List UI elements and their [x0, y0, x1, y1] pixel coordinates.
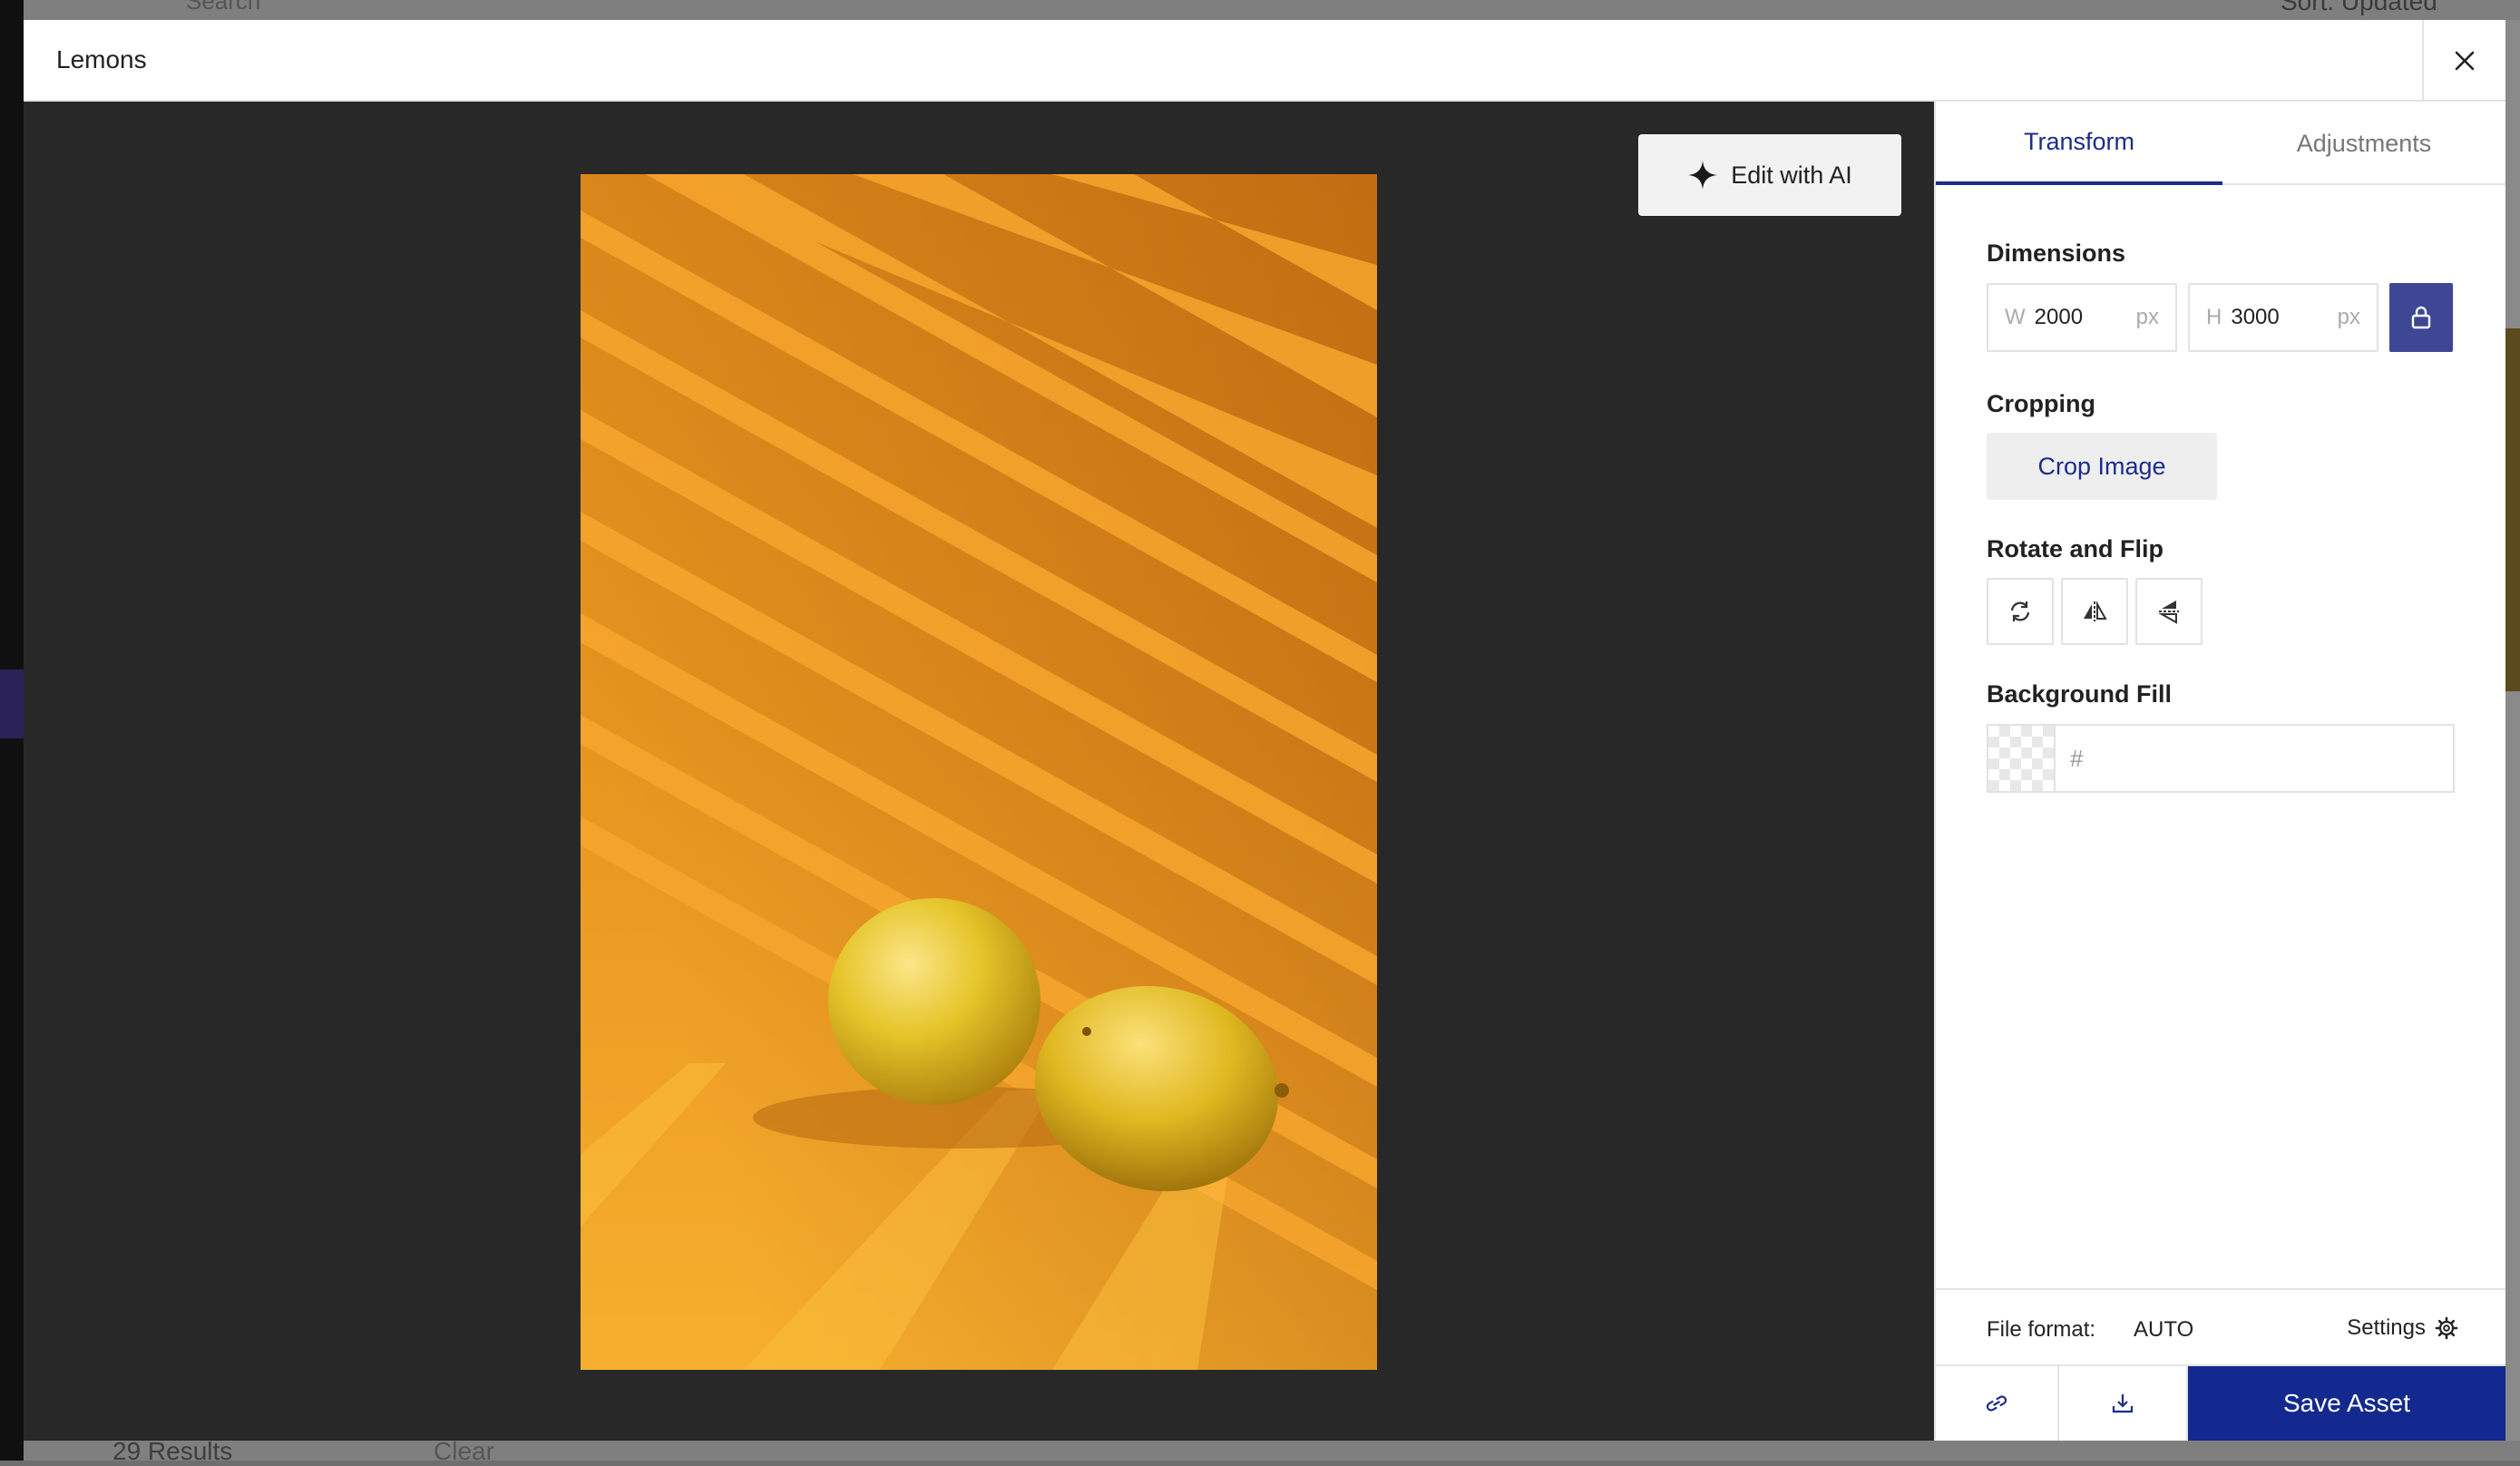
file-format-row: File format: AUTO Settings: [1936, 1288, 2505, 1364]
modal-header: Lemons: [24, 20, 2505, 102]
background-clear: Clear: [434, 1437, 494, 1465]
flip-vertical-button[interactable]: [2135, 578, 2203, 645]
height-prefix: H: [2206, 305, 2222, 329]
link-icon: [1986, 1395, 2007, 1412]
download-icon: [2112, 1394, 2134, 1413]
close-icon: [2455, 51, 2475, 71]
lock-icon: [2411, 306, 2431, 329]
file-format-label: File format:: [1987, 1317, 2096, 1342]
footer-actions: Save Asset: [1936, 1364, 2505, 1441]
panel-tabs: Transform Adjustments: [1936, 102, 2505, 185]
image-editor-modal: Lemons Edit with AI Transform Adjustment…: [24, 20, 2505, 1441]
background-toolbar: [24, 0, 2520, 20]
modal-title: Lemons: [56, 45, 147, 73]
close-button[interactable]: [2422, 20, 2505, 102]
flip-horizontal-button[interactable]: [2061, 578, 2128, 645]
background-fill-field[interactable]: [1987, 724, 2455, 793]
edit-with-ai-label: Edit with AI: [1731, 161, 1852, 189]
background-results-count: 29 Results: [112, 1437, 233, 1465]
background-right-edge: [2505, 20, 2520, 1441]
settings-button[interactable]: Settings: [2347, 1315, 2458, 1341]
aspect-lock-button[interactable]: [2389, 283, 2453, 352]
width-unit: px: [2135, 305, 2159, 329]
crop-image-button[interactable]: Crop Image: [1987, 433, 2217, 500]
dimensions-label: Dimensions: [1987, 239, 2126, 267]
width-field[interactable]: W 2000 px: [1987, 283, 2177, 352]
image-preview: [581, 174, 1377, 1370]
save-asset-button[interactable]: Save Asset: [2188, 1366, 2505, 1441]
flip-vertical-icon: [2158, 601, 2179, 624]
color-swatch[interactable]: [1988, 726, 2056, 791]
background-thumbnail: [2505, 328, 2520, 691]
gear-icon: [2435, 1316, 2458, 1340]
flip-horizontal-icon: [2084, 601, 2107, 621]
edit-panel: Transform Adjustments Dimensions W 2000 …: [1934, 102, 2505, 1441]
rotate-flip-label: Rotate and Flip: [1987, 535, 2163, 562]
tab-adjustments[interactable]: Adjustments: [2222, 102, 2505, 185]
background-sidebar-highlight: [0, 669, 24, 738]
edit-with-ai-button[interactable]: Edit with AI: [1638, 134, 1901, 216]
file-format-value: AUTO: [2134, 1317, 2194, 1342]
height-field[interactable]: H 3000 px: [2188, 283, 2378, 352]
cropping-label: Cropping: [1987, 390, 2095, 417]
copy-link-button[interactable]: [1936, 1366, 2059, 1441]
background-sort: Sort: Updated: [2281, 0, 2437, 15]
background-footer: [24, 1441, 2520, 1461]
background-fill-label: Background Fill: [1987, 680, 2173, 708]
image-preview-area: Edit with AI: [24, 102, 1934, 1441]
rotate-icon: [2010, 601, 2030, 621]
height-value: 3000: [2231, 305, 2280, 329]
background-sidebar: [0, 0, 24, 1461]
settings-label: Settings: [2347, 1315, 2426, 1340]
sparkle-icon: [1688, 161, 1718, 190]
width-value: 2000: [2034, 305, 2084, 329]
tab-transform[interactable]: Transform: [1936, 102, 2222, 185]
background-search: Search: [186, 0, 261, 15]
width-prefix: W: [2005, 305, 2026, 329]
download-button[interactable]: [2059, 1366, 2188, 1441]
rotate-button[interactable]: [1987, 578, 2054, 645]
background-fill-input[interactable]: [2056, 726, 2453, 791]
height-unit: px: [2337, 305, 2360, 329]
